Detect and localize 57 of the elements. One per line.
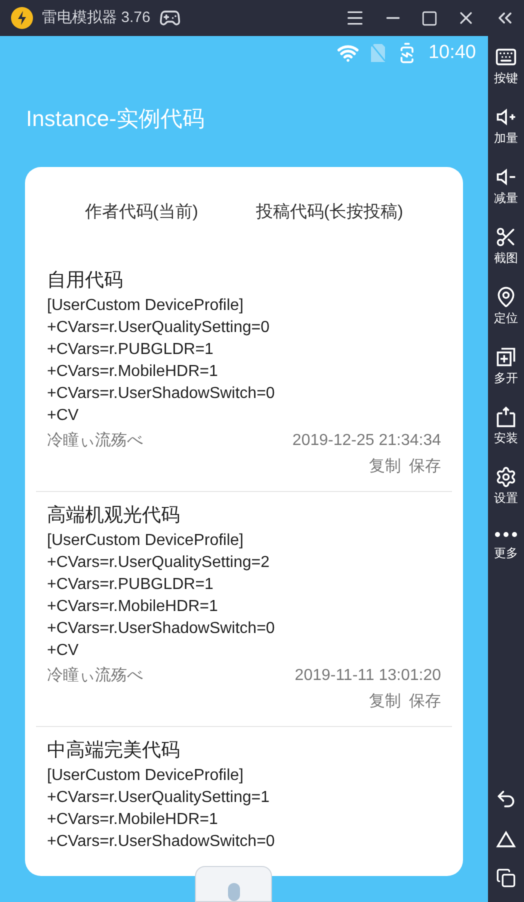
window-title: 雷电模拟器 3.76 xyxy=(42,8,150,28)
sidebar-item[interactable]: 加量 xyxy=(488,96,524,156)
code-line: +CVars=r.UserShadowSwitch=0 xyxy=(47,832,276,852)
clock: 10:40 xyxy=(428,40,476,65)
author-name: 冷瞳ぃ流殇べ xyxy=(47,430,143,451)
code-line: [UserCustom DeviceProfile] xyxy=(47,531,244,551)
install-icon xyxy=(495,406,517,428)
keyboard-icon xyxy=(495,46,517,68)
action-link[interactable]: 保存 xyxy=(409,690,441,714)
action-link[interactable]: 复制 xyxy=(369,690,401,714)
tab[interactable]: 投稿代码(长按投稿) xyxy=(256,199,404,225)
code-line: +CVars=r.MobileHDR=1 xyxy=(47,597,219,617)
settings-icon xyxy=(495,466,517,488)
author-name: 冷瞳ぃ流殇べ xyxy=(47,666,143,686)
no-sim-icon xyxy=(370,43,386,63)
sidebar-item[interactable]: 减量 xyxy=(488,156,524,216)
code-line: [UserCustom DeviceProfile] xyxy=(47,296,244,316)
tab[interactable]: 作者代码(当前) xyxy=(84,199,198,225)
scissors-icon xyxy=(495,226,517,248)
code-line: +CV xyxy=(47,641,80,661)
sidebar-item[interactable]: 按键 xyxy=(488,36,524,96)
home-icon[interactable] xyxy=(495,828,517,850)
volume-up-icon xyxy=(495,106,517,128)
action-link[interactable]: 保存 xyxy=(409,455,441,479)
more-icon xyxy=(495,532,517,536)
sidebar-item[interactable]: 安装 xyxy=(488,396,524,456)
code-line: +CVars=r.UserShadowSwitch=0 xyxy=(47,384,276,404)
recent-apps-icon[interactable] xyxy=(496,868,516,888)
code-line: +CVars=r.PUBGLDR=1 xyxy=(47,340,214,360)
code-line: +CVars=r.UserShadowSwitch=0 xyxy=(47,619,276,639)
code-line: +CV xyxy=(47,406,80,426)
sidebar-item[interactable]: 多开 xyxy=(488,336,524,396)
code-line: +CVars=r.UserQualitySetting=1 xyxy=(47,788,270,808)
sidebar-item[interactable]: 截图 xyxy=(488,216,524,276)
volume-down-icon xyxy=(495,166,517,188)
code-title: 自用代码 xyxy=(47,269,124,293)
page-title: Instance-实例代码 xyxy=(26,105,204,133)
post-date: 2019-12-25 21:34:34 xyxy=(292,431,441,451)
code-title: 高端机观光代码 xyxy=(47,504,181,528)
code-line: [UserCustom DeviceProfile] xyxy=(47,766,244,786)
post-date: 2019-11-11 13:01:20 xyxy=(294,666,441,686)
sidebar-item[interactable]: 更多 xyxy=(488,516,524,576)
code-line: +CVars=r.UserQualitySetting=0 xyxy=(47,318,270,338)
code-line: +CVars=r.PUBGLDR=1 xyxy=(47,575,214,595)
code-line: +CVars=r.MobileHDR=1 xyxy=(47,362,219,382)
code-title: 中高端完美代码 xyxy=(47,738,181,763)
maximize-icon[interactable] xyxy=(421,10,438,26)
location-icon xyxy=(495,286,517,308)
wifi-icon xyxy=(336,42,360,64)
app-logo-icon xyxy=(10,6,34,30)
code-line: +CVars=r.UserQualitySetting=2 xyxy=(47,553,270,573)
code-line: +CVars=r.MobileHDR=1 xyxy=(47,810,219,830)
sidebar-item[interactable]: 定位 xyxy=(488,276,524,336)
back-icon[interactable] xyxy=(495,788,517,810)
multi-window-icon xyxy=(495,346,517,368)
sidebar-item[interactable]: 设置 xyxy=(488,456,524,516)
action-link[interactable]: 复制 xyxy=(369,455,401,479)
